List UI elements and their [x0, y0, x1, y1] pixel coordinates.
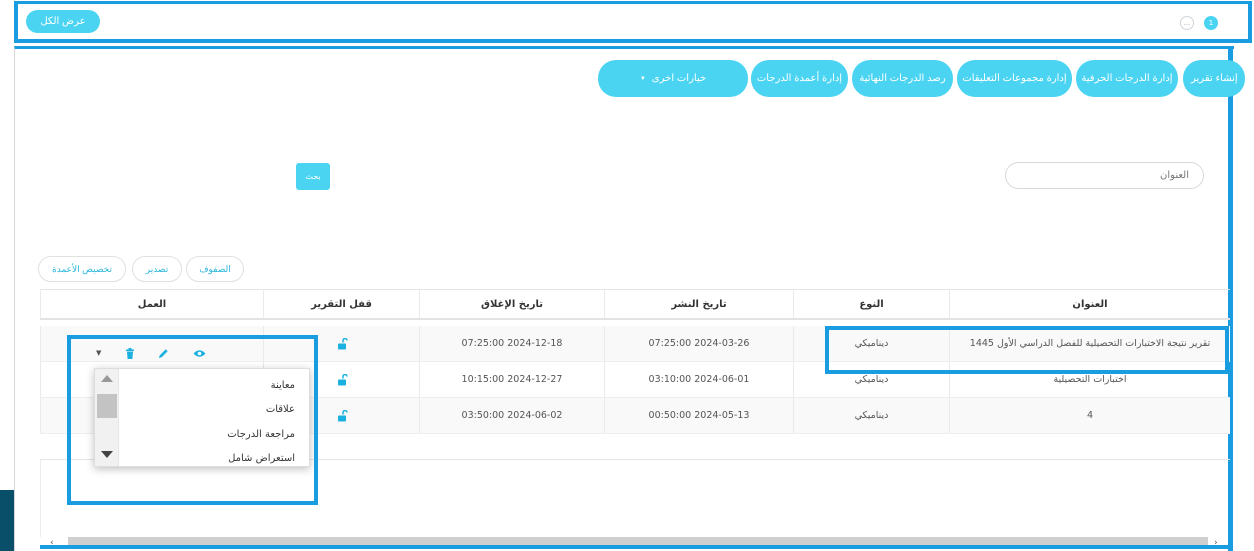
highlight-frame-bottom — [40, 545, 1230, 549]
final-grades-button[interactable]: رصد الدرجات النهائية — [852, 60, 953, 97]
comment-groups-button[interactable]: إدارة مجموعات التعليقات — [957, 60, 1072, 97]
cell-close-date: 10:15:00 2024-12-27 — [419, 362, 604, 397]
caret-down-icon: ▼ — [639, 75, 646, 82]
top-toolbar — [14, 1, 1252, 43]
cell-publish-date: 00:50:00 2024-05-13 — [604, 398, 793, 433]
cell-publish-date: 03:10:00 2024-06-01 — [604, 362, 793, 397]
cell-publish-date: 07:25:00 2024-03-26 — [604, 326, 793, 361]
highlight-title-cell — [825, 326, 1229, 374]
left-edge-panel — [0, 490, 14, 551]
header-close-date[interactable]: تاريخ الإغلاق — [419, 290, 604, 318]
cell-type: ديناميكي — [793, 398, 949, 433]
unlock-icon[interactable] — [336, 373, 348, 386]
title-search-input[interactable] — [1005, 162, 1204, 189]
pager-page-1[interactable]: 1 — [1204, 16, 1218, 30]
other-options-label: خيارات اخرى — [651, 73, 707, 84]
other-options-dropdown[interactable]: ▼ خيارات اخرى — [598, 60, 748, 97]
highlight-action-menu — [67, 335, 318, 505]
pager-more-button[interactable]: ... — [1180, 16, 1194, 30]
grade-columns-button[interactable]: إدارة أعمدة الدرجات — [751, 60, 848, 97]
export-button[interactable]: تصدير — [132, 256, 182, 282]
show-all-button[interactable]: عرض الكل — [26, 10, 100, 33]
customize-columns-button[interactable]: تخصيص الأعمدة — [38, 256, 126, 282]
cell-title: 4 — [949, 398, 1230, 433]
unlock-icon[interactable] — [336, 337, 348, 350]
table-header: العنوان النوع تاريخ النشر تاريخ الإغلاق … — [40, 289, 1230, 320]
search-button[interactable]: بحث — [296, 163, 330, 190]
header-publish-date[interactable]: تاريخ النشر — [604, 290, 793, 318]
letter-grades-button[interactable]: إدارة الدرجات الحرفية — [1076, 60, 1178, 97]
cell-close-date: 03:50:00 2024-06-02 — [419, 398, 604, 433]
header-type[interactable]: النوع — [793, 290, 949, 318]
rows-button[interactable]: الصفوف — [186, 256, 244, 282]
create-report-button[interactable]: إنشاء تقرير — [1183, 60, 1245, 97]
unlock-icon[interactable] — [336, 409, 348, 422]
header-title[interactable]: العنوان — [949, 290, 1230, 318]
cell-close-date: 07:25:00 2024-12-18 — [419, 326, 604, 361]
header-action: العمل — [40, 290, 263, 318]
header-lock[interactable]: قفل التقرير — [263, 290, 419, 318]
